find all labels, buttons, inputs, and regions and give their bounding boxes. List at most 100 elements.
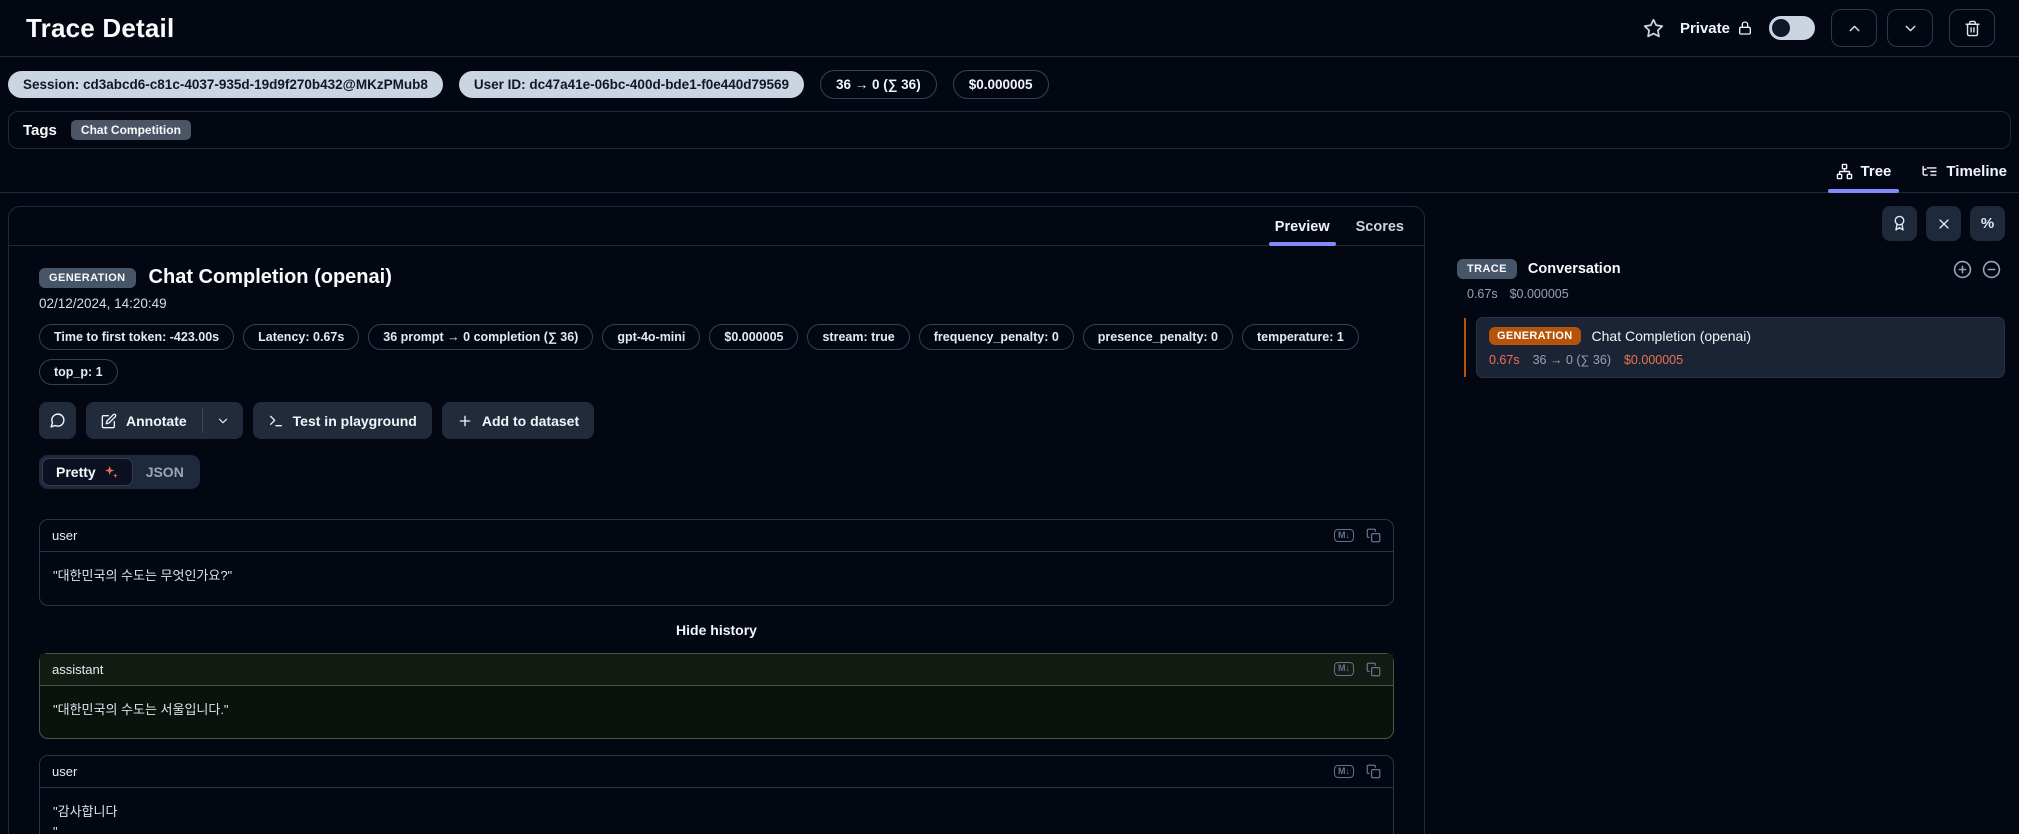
message-content: "감사합니다 " xyxy=(53,804,118,834)
metrics-toggle-button[interactable]: % xyxy=(1970,206,2005,241)
test-in-playground-button[interactable]: Test in playground xyxy=(252,402,432,439)
trace-metrics: 0.67s $0.000005 xyxy=(1467,287,2005,301)
message-role: assistant xyxy=(52,661,104,677)
actions-row: Annotate Test in playground Add to datas… xyxy=(39,402,1394,439)
metric-pill: Time to first token: -423.00s xyxy=(39,324,235,350)
markdown-toggle-icon[interactable]: M↓ xyxy=(1334,764,1354,779)
message-content: "대한민국의 수도는 서울입니다." xyxy=(53,701,229,717)
circle-plus-icon[interactable] xyxy=(1953,260,1972,279)
cost-badge: $0.000005 xyxy=(952,70,1049,99)
tree-toolbar: % xyxy=(1441,206,2005,241)
generation-type-badge: GENERATION xyxy=(39,267,136,288)
tags-bar: Tags Chat Competition xyxy=(8,111,2011,149)
hide-history-button[interactable]: Hide history xyxy=(39,622,1394,638)
top-bar-controls: Private xyxy=(1643,9,1995,47)
collapse-all-button[interactable] xyxy=(1926,206,1961,241)
panel-tabs: Preview Scores xyxy=(9,207,1424,246)
metric-pill: gpt-4o-mini xyxy=(602,324,701,350)
session-badge[interactable]: Session: cd3abcd6-c81c-4037-935d-19d9f27… xyxy=(8,71,443,98)
comment-icon xyxy=(50,413,65,428)
message-header: user M↓ xyxy=(40,520,1393,552)
tag-chip[interactable]: Chat Competition xyxy=(70,120,191,140)
privacy-label: Private xyxy=(1679,19,1730,37)
plus-icon xyxy=(459,415,471,426)
trace-type-badge: TRACE xyxy=(1457,259,1517,279)
annotate-dropdown-button[interactable] xyxy=(202,402,243,439)
tree-icon xyxy=(1836,163,1852,180)
tags-label: Tags xyxy=(23,121,57,139)
annotate-split-button: Annotate xyxy=(86,402,243,439)
message-role: user xyxy=(52,528,78,543)
nav-buttons xyxy=(1831,9,1995,47)
tab-preview[interactable]: Preview xyxy=(1268,219,1336,246)
delete-trace-button[interactable] xyxy=(1949,9,1995,47)
message-header: user M↓ xyxy=(40,756,1393,788)
token-usage-badge: 36 → 0 (∑ 36) xyxy=(820,70,937,99)
dataset-label: Add to dataset xyxy=(481,412,580,429)
metric-pill: top_p: 1 xyxy=(39,359,118,385)
trace-tree-panel: % TRACE Conversation 0.67s $0.000005 GEN… xyxy=(1441,206,2005,378)
metric-pill: $0.000005 xyxy=(709,324,799,350)
tab-timeline[interactable]: Timeline xyxy=(1921,163,2007,192)
toggle-knob xyxy=(1772,19,1790,37)
annotate-button[interactable]: Annotate xyxy=(86,402,202,439)
tab-timeline-label: Timeline xyxy=(1946,163,2007,180)
generation-type-badge: GENERATION xyxy=(1489,327,1581,345)
previous-trace-button[interactable] xyxy=(1831,9,1877,47)
tab-tree-label: Tree xyxy=(1860,163,1892,180)
metric-pill: Latency: 0.67s xyxy=(243,324,360,350)
lock-icon xyxy=(1737,20,1753,36)
playground-label: Test in playground xyxy=(292,412,417,429)
privacy-indicator: Private xyxy=(1680,20,1753,37)
trace-title: Conversation xyxy=(1527,261,1621,277)
generation-latency: 0.67s xyxy=(1489,353,1520,367)
copy-icon[interactable] xyxy=(1366,662,1381,677)
copy-icon[interactable] xyxy=(1366,528,1381,543)
terminal-icon xyxy=(269,415,282,426)
star-icon[interactable] xyxy=(1643,18,1664,39)
circle-minus-icon[interactable] xyxy=(1982,260,2001,279)
public-toggle[interactable] xyxy=(1769,16,1815,40)
message-role: user xyxy=(52,764,78,779)
observation-title: Chat Completion (openai) xyxy=(148,266,392,288)
generation-tree-node[interactable]: GENERATION Chat Completion (openai) 0.67… xyxy=(1464,317,2005,378)
tree-expand-controls xyxy=(1953,260,2001,279)
metric-pills: Time to first token: -423.00s Latency: 0.… xyxy=(39,324,1394,385)
page-title: Trace Detail xyxy=(26,12,175,43)
metric-pill: presence_penalty: 0 xyxy=(1082,324,1233,350)
observation-panel: Preview Scores GENERATION Chat Completio… xyxy=(8,206,1425,834)
next-trace-button[interactable] xyxy=(1887,9,1933,47)
markdown-toggle-icon[interactable]: M↓ xyxy=(1334,528,1354,543)
main-content: Preview Scores GENERATION Chat Completio… xyxy=(0,193,2019,834)
add-to-dataset-button[interactable]: Add to dataset xyxy=(441,402,595,439)
pretty-label: Pretty xyxy=(56,464,96,480)
annotate-label: Annotate xyxy=(126,412,187,429)
tab-scores[interactable]: Scores xyxy=(1356,219,1404,245)
trash-icon xyxy=(1964,20,1980,36)
edit-icon xyxy=(101,413,117,428)
user-id-badge[interactable]: User ID: dc47a41e-06bc-400d-bde1-f0e440d… xyxy=(458,71,805,98)
metric-pill: 36 prompt → 0 completion (∑ 36) xyxy=(368,324,594,350)
message-tools: M↓ xyxy=(1334,528,1381,543)
percent-icon: % xyxy=(1980,215,1995,232)
markdown-toggle-icon[interactable]: M↓ xyxy=(1334,662,1354,676)
metric-pill: frequency_penalty: 0 xyxy=(918,324,1074,350)
chevron-down-icon xyxy=(1905,25,1915,31)
copy-icon[interactable] xyxy=(1366,764,1381,779)
message-tools: M↓ xyxy=(1334,764,1381,779)
json-toggle[interactable]: JSON xyxy=(133,459,197,485)
trace-node[interactable]: TRACE Conversation xyxy=(1457,259,2005,279)
scores-toggle-button[interactable] xyxy=(1882,206,1917,241)
message-header: assistant M↓ xyxy=(40,653,1393,686)
format-toggle: Pretty JSON xyxy=(39,455,200,489)
sparkles-icon xyxy=(104,466,118,478)
comment-button[interactable] xyxy=(39,402,76,439)
chevron-down-icon xyxy=(218,418,227,423)
message-user-2: user M↓ "감사합니다 " xyxy=(39,755,1394,834)
trace-cost: $0.000005 xyxy=(1509,287,1569,301)
generation-tokens: 36 → 0 (∑ 36) xyxy=(1532,353,1611,367)
message-assistant: assistant M↓ "대한민국의 수도는 서울입니다." xyxy=(39,652,1394,739)
tab-tree[interactable]: Tree xyxy=(1827,163,1900,193)
view-tabs: Tree Timeline xyxy=(0,149,2019,193)
pretty-toggle[interactable]: Pretty xyxy=(42,458,133,486)
